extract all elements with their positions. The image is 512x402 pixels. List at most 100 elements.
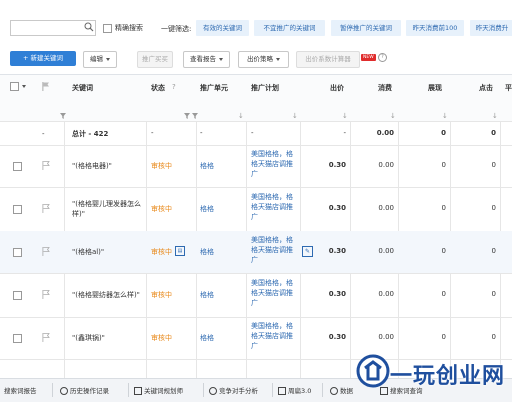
status-cell: 审核中 [151, 291, 172, 299]
unit-link[interactable]: 格格 [200, 290, 214, 300]
history-label: 历史操作记录 [70, 387, 109, 395]
promote-button[interactable]: 推广买买 [137, 51, 173, 68]
help-icon[interactable]: ? [378, 53, 387, 62]
search-input[interactable] [10, 20, 96, 36]
sort-arrow-icon[interactable]: ↓ [292, 112, 298, 120]
table-row[interactable]: "(格格婴儿理发器怎么样)" 审核中 格格 美国格格，格格天猫店调推广 0.30… [0, 187, 512, 232]
flag-icon[interactable] [42, 204, 50, 213]
total-clicks: 0 [491, 129, 496, 137]
bid-cell[interactable]: 0.30 [300, 161, 346, 169]
chip-unsuitable-keywords[interactable]: 不宜推广的关键词 [254, 20, 325, 36]
impressions-cell: 0 [441, 247, 446, 255]
header-plan[interactable]: 推广计划 [251, 83, 279, 93]
sort-arrow-icon[interactable]: ↓ [442, 112, 448, 120]
header-impressions[interactable]: 展现 [428, 83, 442, 93]
table-row[interactable]: "(格格电器)" 审核中 格格 美国格格，格格天猫店调推广 0.30 0.00 … [0, 145, 512, 188]
row-checkbox[interactable] [13, 248, 22, 257]
table-header: 关键词 状态 ? 推广单元 推广计划 出价 消费 展现 点击 平 ↓ ↓ ↓ ↓… [0, 75, 512, 122]
filter-icon[interactable] [60, 113, 66, 119]
filter-icon[interactable] [192, 113, 198, 119]
clicks-cell: 0 [491, 247, 496, 255]
chip-rising-yesterday[interactable]: 昨天消费升 [470, 20, 512, 36]
view-report-button[interactable]: 查看报告 [183, 51, 230, 68]
chip-top100-yesterday[interactable]: 昨天消费前100 [406, 20, 464, 36]
header-clicks[interactable]: 点击 [479, 83, 493, 93]
flag-icon[interactable] [42, 247, 50, 256]
bid-cell[interactable]: 0.30 [300, 333, 346, 341]
row-checkbox[interactable] [13, 334, 22, 343]
plan-link[interactable]: 美国格格，格格天猫店调推广 [251, 235, 297, 265]
sort-arrow-icon[interactable]: ↓ [238, 112, 244, 120]
chevron-down-icon[interactable] [22, 85, 26, 88]
header-cost[interactable]: 消费 [378, 83, 392, 93]
competitor-analysis-button[interactable]: 竞争对手分析 [209, 385, 258, 395]
keyword-cell[interactable]: "(格格婴纺器怎么样)" [72, 290, 140, 300]
sort-arrow-icon[interactable]: ↓ [492, 112, 498, 120]
plan-link[interactable]: 美国格格，格格天猫店调推广 [251, 192, 297, 222]
impressions-cell: 0 [441, 204, 446, 212]
status-cell: 审核中 [151, 334, 172, 342]
flag-icon[interactable] [42, 290, 50, 299]
history-button[interactable]: 历史操作记录 [60, 385, 109, 395]
data-icon [330, 387, 338, 395]
sort-arrow-icon[interactable]: ↓ [390, 112, 396, 120]
checkbox-icon[interactable] [103, 23, 112, 33]
bid-cell[interactable]: 0.30 [300, 247, 346, 255]
header-unit[interactable]: 推广单元 [200, 83, 228, 93]
table-row[interactable]: "(格格婴纺器怎么样)" 审核中 格格 美国格格，格格天猫店调推广 0.30 0… [0, 273, 512, 318]
flag-icon[interactable] [42, 333, 50, 342]
header-avg[interactable]: 平 [505, 83, 512, 93]
status-help-icon[interactable]: ? [172, 83, 176, 91]
flag-icon[interactable] [42, 82, 50, 91]
keyword-planner-button[interactable]: 关键词规划师 [134, 385, 183, 395]
flag-icon[interactable] [42, 161, 50, 170]
search-term-report-button[interactable]: 搜索词报告 [4, 385, 37, 395]
view-report-label: 查看报告 [190, 55, 216, 63]
header-keyword[interactable]: 关键词 [72, 83, 93, 93]
chip-paused-keywords[interactable]: 暂停推广的关键词 [331, 20, 401, 36]
exact-search-checkbox[interactable]: 精确搜索 [103, 23, 143, 33]
bid-strategy-button[interactable]: 出价策略 [238, 51, 289, 68]
select-all-dropdown[interactable] [10, 82, 26, 91]
chip-valid-keywords[interactable]: 有效的关键词 [196, 20, 249, 36]
edit-button[interactable]: 编辑 [83, 51, 117, 68]
zhoubian-label: 周扁3.0 [288, 387, 312, 395]
row-checkbox[interactable] [13, 291, 22, 300]
bid-cell[interactable]: 0.30 [300, 290, 346, 298]
bid-calculator-button[interactable]: 出价系数计算器 [296, 51, 360, 68]
plan-link[interactable]: 美国格格，格格天猫店调推广 [251, 278, 297, 308]
keyword-cell[interactable]: "(鑫琪锅)" [72, 333, 105, 343]
header-bid[interactable]: 出价 [330, 83, 344, 93]
bid-cell[interactable]: 0.30 [300, 204, 346, 212]
search-icon[interactable] [84, 22, 94, 32]
search-term-report-label: 搜索词报告 [4, 387, 37, 395]
header-status[interactable]: 状态 [151, 83, 165, 93]
checkbox-icon[interactable] [10, 82, 19, 91]
cost-cell: 0.00 [378, 161, 394, 169]
cost-cell: 0.00 [378, 247, 394, 255]
row-checkbox[interactable] [13, 205, 22, 214]
row-checkbox[interactable] [13, 162, 22, 171]
app-icon [278, 387, 286, 395]
unit-link[interactable]: 格格 [200, 247, 214, 257]
keyword-cell[interactable]: "(格格婴儿理发器怎么样)" [72, 199, 144, 219]
total-bid: - [343, 129, 346, 137]
plan-link[interactable]: 美国格格，格格天猫店调推广 [251, 321, 297, 351]
unit-link[interactable]: 格格 [200, 333, 214, 343]
new-keyword-button[interactable]: + 新建关键词 [10, 51, 76, 66]
quick-filter-label: 一键筛选: [161, 25, 192, 33]
zhoubian-button[interactable]: 周扁3.0 [278, 385, 311, 395]
table-row[interactable]: "(格格al)" 审核中 ▤ 格格 美国格格，格格天猫店调推广 ✎ 0.30 0… [0, 231, 512, 274]
status-cell: 审核中 [151, 162, 172, 170]
sort-arrow-icon[interactable]: ↓ [342, 112, 348, 120]
plan-link[interactable]: 美国格格，格格天猫店调推广 [251, 149, 297, 179]
status-detail-icon[interactable]: ▤ [175, 246, 185, 256]
keyword-cell[interactable]: "(格格al)" [72, 247, 104, 257]
filter-icon[interactable] [184, 113, 190, 119]
keyword-cell[interactable]: "(格格电器)" [72, 161, 112, 171]
clicks-cell: 0 [491, 204, 496, 212]
unit-link[interactable]: 格格 [200, 161, 214, 171]
clicks-cell: 0 [491, 333, 496, 341]
total-plan: - [251, 129, 254, 137]
unit-link[interactable]: 格格 [200, 204, 214, 214]
